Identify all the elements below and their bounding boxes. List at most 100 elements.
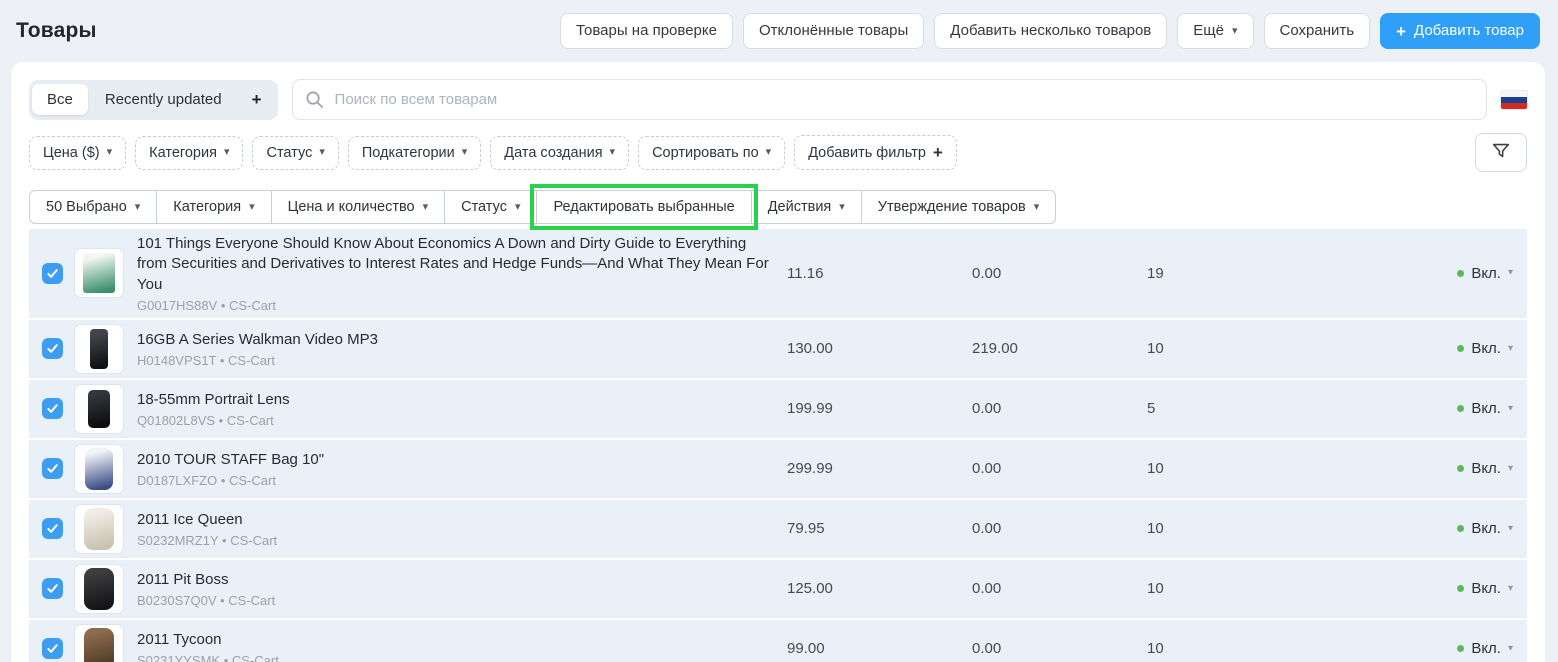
product-quantity[interactable]: 10: [1147, 520, 1323, 537]
add-multiple-products-button[interactable]: Добавить несколько товаров: [934, 13, 1167, 49]
product-price[interactable]: 79.95: [787, 520, 972, 537]
product-name-link[interactable]: 16GB A Series Walkman Video MP3: [137, 330, 773, 350]
advanced-filter-button[interactable]: [1475, 133, 1527, 172]
product-quantity[interactable]: 5: [1147, 400, 1323, 417]
product-name-link[interactable]: 2011 Tycoon: [137, 630, 773, 650]
product-status-dropdown[interactable]: Вкл. ▾: [1323, 460, 1527, 477]
product-thumbnail[interactable]: [75, 505, 123, 553]
product-status-dropdown[interactable]: Вкл. ▾: [1323, 340, 1527, 357]
add-product-button[interactable]: + Добавить товар: [1380, 13, 1540, 49]
bulk-price-quantity-dropdown[interactable]: Цена и количество ▾: [271, 190, 445, 224]
products-card: Все Recently updated + Цена ($) ▾ Катего…: [11, 62, 1545, 662]
row-checkbox[interactable]: [42, 263, 63, 284]
russian-flag-icon[interactable]: [1501, 91, 1527, 109]
add-filter-button[interactable]: Добавить фильтр +: [794, 135, 957, 170]
tab-all[interactable]: Все: [32, 84, 88, 115]
product-thumbnail[interactable]: [75, 325, 123, 373]
row-checkbox[interactable]: [42, 518, 63, 539]
bulk-actions-dropdown[interactable]: Действия ▾: [751, 190, 862, 224]
product-list-price[interactable]: 0.00: [972, 580, 1147, 597]
product-quantity[interactable]: 10: [1147, 460, 1323, 477]
product-quantity[interactable]: 19: [1147, 265, 1323, 282]
product-list-price[interactable]: 0.00: [972, 640, 1147, 657]
product-list-price[interactable]: 0.00: [972, 265, 1147, 282]
product-thumbnail[interactable]: [75, 625, 123, 662]
product-list-price[interactable]: 0.00: [972, 460, 1147, 477]
search-bar: [292, 79, 1487, 120]
caret-down-icon: ▾: [1508, 344, 1513, 354]
filter-sort-by[interactable]: Сортировать по ▾: [638, 136, 785, 170]
bulk-action-bar: 50 Выбрано ▾ Категория ▾ Цена и количест…: [29, 190, 1527, 224]
selected-count-dropdown[interactable]: 50 Выбрано ▾: [29, 190, 157, 224]
bulk-approval-dropdown[interactable]: Утверждение товаров ▾: [861, 190, 1056, 224]
more-menu-button[interactable]: Ещё ▾: [1177, 13, 1253, 49]
bulk-category-dropdown[interactable]: Категория ▾: [156, 190, 271, 224]
product-quantity[interactable]: 10: [1147, 640, 1323, 657]
product-price[interactable]: 125.00: [787, 580, 972, 597]
product-status-dropdown[interactable]: Вкл. ▾: [1323, 580, 1527, 597]
save-button[interactable]: Сохранить: [1264, 13, 1371, 49]
plus-icon: +: [933, 144, 943, 161]
status-dot-icon: [1457, 405, 1464, 412]
product-price[interactable]: 199.99: [787, 400, 972, 417]
filter-price[interactable]: Цена ($) ▾: [29, 136, 126, 170]
product-status-dropdown[interactable]: Вкл. ▾: [1323, 265, 1527, 282]
product-name-link[interactable]: 2011 Pit Boss: [137, 570, 773, 590]
product-name-link[interactable]: 18-55mm Portrait Lens: [137, 390, 773, 410]
product-price[interactable]: 99.00: [787, 640, 972, 657]
toolbar: Все Recently updated +: [29, 79, 1527, 120]
caret-down-icon: ▾: [1508, 524, 1513, 534]
product-quantity[interactable]: 10: [1147, 580, 1323, 597]
product-list-price[interactable]: 0.00: [972, 400, 1147, 417]
product-image: [90, 329, 108, 369]
caret-down-icon: ▾: [224, 147, 230, 158]
filter-row: Цена ($) ▾ Категория ▾ Статус ▾ Подкатег…: [29, 133, 1527, 172]
product-name-link[interactable]: 101 Things Everyone Should Know About Ec…: [137, 234, 773, 295]
product-thumbnail[interactable]: [75, 249, 123, 297]
product-status-dropdown[interactable]: Вкл. ▾: [1323, 640, 1527, 657]
product-name-link[interactable]: 2010 TOUR STAFF Bag 10": [137, 450, 773, 470]
check-icon: [46, 462, 59, 475]
product-sku: D0187LXFZO • CS-Cart: [137, 473, 773, 488]
status-dot-icon: [1457, 465, 1464, 472]
table-row: 2010 TOUR STAFF Bag 10" D0187LXFZO • CS-…: [29, 440, 1527, 498]
search-input[interactable]: [293, 80, 1486, 119]
status-label: Вкл.: [1471, 640, 1501, 657]
row-checkbox[interactable]: [42, 458, 63, 479]
filter-status[interactable]: Статус ▾: [252, 136, 338, 170]
product-image: [83, 253, 115, 293]
status-dot-icon: [1457, 525, 1464, 532]
declined-products-button[interactable]: Отклонённые товары: [743, 13, 924, 49]
filter-date-created[interactable]: Дата создания ▾: [490, 136, 629, 170]
product-thumbnail[interactable]: [75, 385, 123, 433]
bulk-status-dropdown[interactable]: Статус ▾: [444, 190, 537, 224]
product-list-price[interactable]: 0.00: [972, 520, 1147, 537]
product-name-link[interactable]: 2011 Ice Queen: [137, 510, 773, 530]
filter-category[interactable]: Категория ▾: [135, 136, 243, 170]
product-sku: S0232MRZ1Y • CS-Cart: [137, 533, 773, 548]
product-price[interactable]: 11.16: [787, 265, 972, 282]
filter-subcategories[interactable]: Подкатегории ▾: [348, 136, 481, 170]
product-price[interactable]: 299.99: [787, 460, 972, 477]
row-checkbox[interactable]: [42, 338, 63, 359]
edit-selected-button[interactable]: Редактировать выбранные: [536, 190, 751, 224]
product-thumbnail[interactable]: [75, 565, 123, 613]
pending-products-button[interactable]: Товары на проверке: [560, 13, 733, 49]
table-row: 18-55mm Portrait Lens Q01802L8VS • CS-Ca…: [29, 380, 1527, 438]
product-thumbnail[interactable]: [75, 445, 123, 493]
tab-recently-updated[interactable]: Recently updated: [90, 84, 237, 115]
caret-down-icon: ▾: [1508, 644, 1513, 654]
status-dot-icon: [1457, 270, 1464, 277]
row-checkbox[interactable]: [42, 578, 63, 599]
row-checkbox[interactable]: [42, 398, 63, 419]
check-icon: [46, 582, 59, 595]
product-status-dropdown[interactable]: Вкл. ▾: [1323, 400, 1527, 417]
product-status-dropdown[interactable]: Вкл. ▾: [1323, 520, 1527, 537]
product-list-price[interactable]: 219.00: [972, 340, 1147, 357]
page-title: Товары: [16, 19, 97, 43]
add-tab-icon[interactable]: +: [239, 83, 275, 117]
row-checkbox[interactable]: [42, 638, 63, 659]
product-quantity[interactable]: 10: [1147, 340, 1323, 357]
table-row: 2011 Pit Boss B0230S7Q0V • CS-Cart 125.0…: [29, 560, 1527, 618]
product-price[interactable]: 130.00: [787, 340, 972, 357]
